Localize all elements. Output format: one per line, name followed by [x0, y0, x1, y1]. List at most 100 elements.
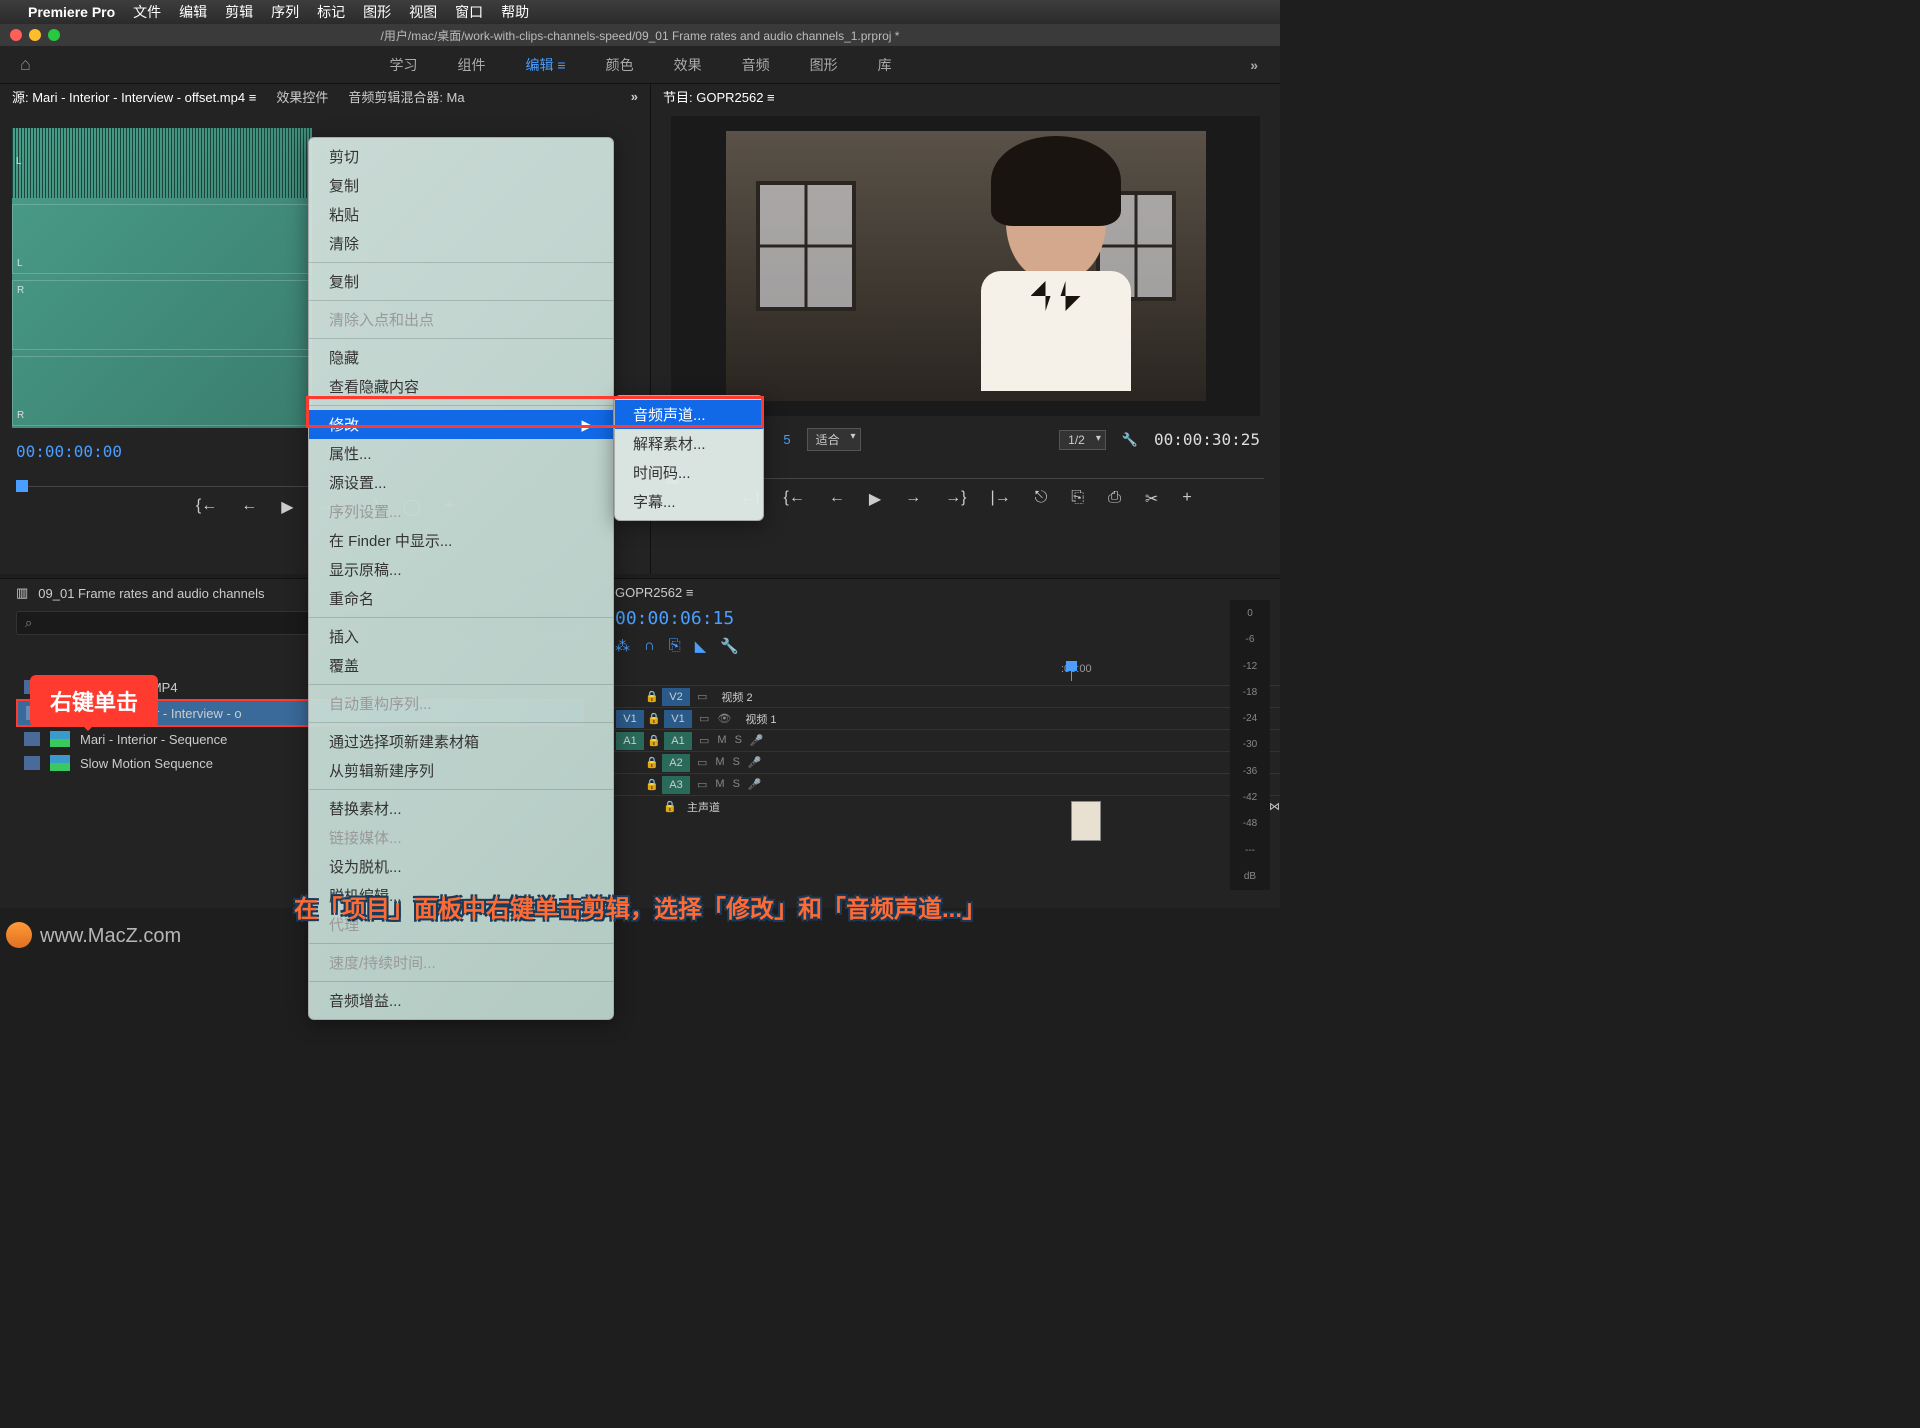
eye-icon[interactable]: ▭ — [697, 690, 707, 703]
context-menu-item[interactable]: 查看隐藏内容 — [309, 372, 613, 401]
step-back-icon[interactable]: ← — [241, 497, 257, 517]
lift-icon[interactable]: ⎋ — [1035, 489, 1048, 509]
workspace-audio[interactable]: 音频 — [742, 55, 770, 75]
eye-icon[interactable]: ▭ — [699, 712, 709, 725]
workspace-effects[interactable]: 效果 — [674, 55, 702, 75]
tab-effect-controls[interactable]: 效果控件 — [276, 87, 328, 106]
timeline-sequence-tab[interactable]: GOPR2562 — [615, 585, 682, 600]
play-icon[interactable]: ▶ — [281, 497, 293, 517]
timeline-timecode[interactable]: 00:00:06:15 — [601, 606, 1280, 631]
menu-edit[interactable]: 编辑 — [179, 2, 207, 22]
timeline-clip[interactable] — [1071, 801, 1101, 841]
track-a2[interactable]: 🔒 A2 ▭MS🎤 — [601, 751, 1280, 773]
submenu-item[interactable]: 音频声道... — [615, 400, 763, 429]
menu-clip[interactable]: 剪辑 — [225, 2, 253, 22]
lock-icon[interactable]: 🔒 — [643, 690, 661, 703]
export-frame-icon[interactable]: ⎙ — [1108, 489, 1121, 509]
context-menu-item[interactable]: 设为脱机... — [309, 852, 613, 881]
context-menu-item[interactable]: 清除 — [309, 229, 613, 258]
workspace-learn[interactable]: 学习 — [390, 55, 418, 75]
app-name[interactable]: Premiere Pro — [28, 4, 115, 20]
context-menu-item[interactable]: 修改▶ — [309, 410, 613, 439]
context-menu-item[interactable]: 在 Finder 中显示... — [309, 526, 613, 555]
timeline-ruler[interactable]: :00:00 — [781, 661, 1280, 681]
mark-in-icon[interactable]: {← — [196, 497, 217, 517]
snap-icon[interactable]: ⁂ — [615, 637, 630, 655]
tab-source[interactable]: 源: Mari - Interior - Interview - offset.… — [12, 87, 256, 106]
home-icon[interactable]: ⌂ — [20, 54, 31, 75]
extract-icon[interactable]: ⎘ — [1071, 489, 1084, 509]
play-icon[interactable]: ▶ — [869, 489, 881, 509]
source-patch-a1[interactable]: A1 — [616, 732, 644, 750]
menu-help[interactable]: 帮助 — [501, 2, 529, 22]
tab-audio-mixer[interactable]: 音频剪辑混合器: Ma — [348, 87, 464, 106]
close-window-icon[interactable] — [10, 29, 22, 41]
context-menu-item[interactable]: 插入 — [309, 622, 613, 651]
menu-sequence[interactable]: 序列 — [271, 2, 299, 22]
menu-view[interactable]: 视图 — [409, 2, 437, 22]
context-menu-item[interactable]: 剪切 — [309, 142, 613, 171]
menu-window[interactable]: 窗口 — [455, 2, 483, 22]
mute-button[interactable]: M — [717, 734, 726, 747]
step-back-icon[interactable]: ← — [829, 489, 845, 509]
context-menu-item[interactable]: 音频增益... — [309, 986, 613, 1015]
menu-graphic[interactable]: 图形 — [363, 2, 391, 22]
mark-in-icon[interactable]: {← — [783, 489, 804, 509]
add-button-icon[interactable]: + — [1182, 489, 1191, 509]
tab-program[interactable]: 节目: GOPR2562 ≡ — [663, 87, 775, 106]
settings-icon[interactable]: 🔧 — [720, 637, 739, 655]
project-panel-tab[interactable]: 09_01 Frame rates and audio channels — [38, 586, 264, 601]
workspace-assembly[interactable]: 组件 — [458, 55, 486, 75]
workspace-overflow-icon[interactable]: » — [1250, 57, 1260, 73]
track-toggle-v1[interactable]: V1 — [664, 710, 692, 728]
mark-out-icon[interactable]: →} — [945, 489, 966, 509]
minimize-window-icon[interactable] — [29, 29, 41, 41]
track-master[interactable]: 🔒 主声道 0.0 ⋈ — [601, 795, 1280, 817]
context-menu-item[interactable]: 复制 — [309, 267, 613, 296]
menu-marker[interactable]: 标记 — [317, 2, 345, 22]
source-waveform-view[interactable]: L L R R — [12, 128, 312, 428]
mic-icon[interactable]: 🎤 — [750, 734, 764, 747]
context-menu-item[interactable]: 源设置... — [309, 468, 613, 497]
context-menu-item[interactable]: 粘贴 — [309, 200, 613, 229]
solo-button[interactable]: S — [735, 734, 742, 747]
workspace-library[interactable]: 库 — [878, 55, 892, 75]
playhead[interactable] — [1071, 661, 1072, 681]
context-menu-item[interactable]: 显示原稿... — [309, 555, 613, 584]
track-v1[interactable]: V1 🔒 V1 ▭👁 视频 1 — [601, 707, 1280, 729]
eye-icon[interactable]: 👁 — [717, 712, 731, 725]
submenu-item[interactable]: 时间码... — [615, 458, 763, 487]
context-menu-item[interactable]: 属性... — [309, 439, 613, 468]
panel-overflow-icon[interactable]: » — [631, 89, 638, 104]
submenu-item[interactable]: 解释素材... — [615, 429, 763, 458]
context-menu-item[interactable]: 覆盖 — [309, 651, 613, 680]
track-toggle-a2[interactable]: A2 — [662, 754, 690, 772]
context-menu-item[interactable]: 通过选择项新建素材箱 — [309, 727, 613, 756]
track-a1[interactable]: A1 🔒 A1 ▭MS🎤 — [601, 729, 1280, 751]
program-monitor-view[interactable] — [671, 116, 1260, 416]
fullscreen-window-icon[interactable] — [48, 29, 60, 41]
magnet-icon[interactable]: ∩ — [644, 637, 655, 655]
workspace-graphics[interactable]: 图形 — [810, 55, 838, 75]
track-toggle-a3[interactable]: A3 — [662, 776, 690, 794]
bin-icon[interactable]: ▥ — [16, 585, 28, 601]
context-menu-item[interactable]: 复制 — [309, 171, 613, 200]
step-fwd-icon[interactable]: → — [905, 489, 921, 509]
go-end-icon[interactable]: |→ — [990, 489, 1010, 509]
keyframe-icon[interactable]: ⋈ — [1269, 800, 1280, 813]
source-patch-v1[interactable]: V1 — [616, 710, 644, 728]
resolution-dropdown[interactable]: 1/2 — [1059, 430, 1106, 450]
lock-icon[interactable]: 🔒 — [645, 712, 663, 725]
menu-file[interactable]: 文件 — [133, 2, 161, 22]
track-v2[interactable]: 🔒 V2 ▭ 视频 2 — [601, 685, 1280, 707]
context-menu-item[interactable]: 隐藏 — [309, 343, 613, 372]
marker-icon[interactable]: ◣ — [695, 637, 707, 655]
razor-icon[interactable]: ✂ — [1145, 489, 1158, 509]
linked-selection-icon[interactable]: ⎘ — [669, 637, 681, 655]
settings-wrench-icon[interactable]: 🔧 — [1122, 432, 1138, 448]
context-menu-item[interactable]: 替换素材... — [309, 794, 613, 823]
lock-icon[interactable]: 🔒 — [645, 734, 663, 747]
context-menu-item[interactable]: 重命名 — [309, 584, 613, 613]
workspace-color[interactable]: 颜色 — [606, 55, 634, 75]
zoom-fit-dropdown[interactable]: 适合 — [807, 428, 861, 451]
